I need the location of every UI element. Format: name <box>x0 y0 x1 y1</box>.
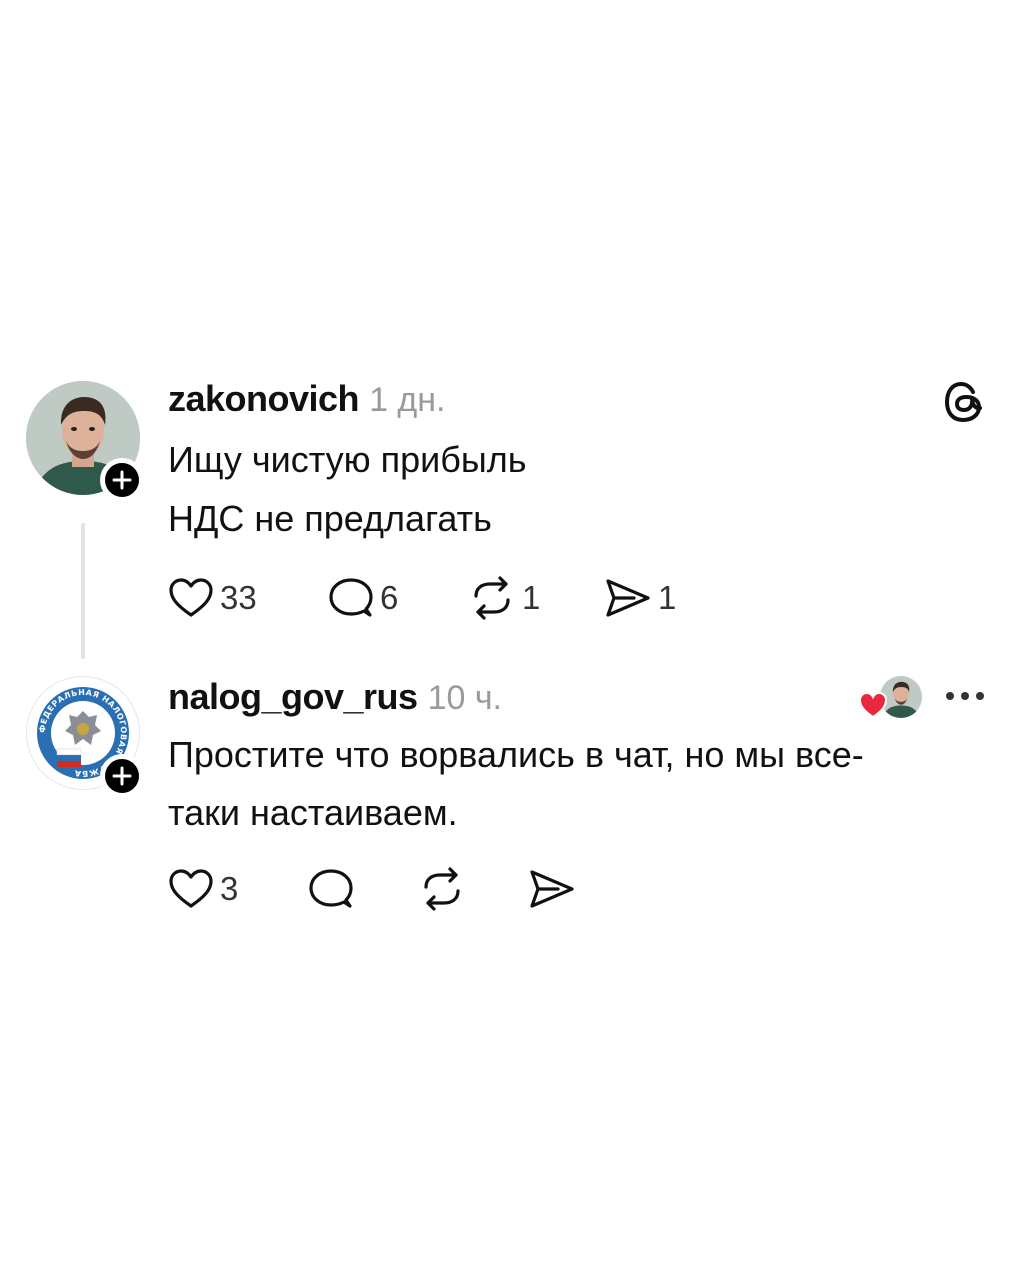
reply-button[interactable]: 6 <box>328 576 468 620</box>
follow-button-zakonovich[interactable] <box>100 458 144 502</box>
red-heart-icon <box>858 691 888 719</box>
action-bar: 3 <box>168 867 582 911</box>
post-line-2: таки настаиваем. <box>168 792 458 833</box>
heart-outline-icon <box>169 578 213 617</box>
liked-by-author-indicator[interactable] <box>858 676 922 722</box>
like-count: 33 <box>220 579 257 616</box>
speech-bubble-icon <box>309 869 353 908</box>
follow-button-nalog-gov-rus[interactable] <box>100 754 144 798</box>
speech-bubble-icon <box>329 578 373 617</box>
post-line-2: НДС не предлагать <box>168 498 492 539</box>
reply-button[interactable] <box>308 867 418 911</box>
post-header: zakonovich 1 дн. <box>168 378 445 420</box>
threads-logo-icon[interactable] <box>942 378 986 426</box>
post-line-1: Простите что ворвались в чат, но мы все- <box>168 734 864 775</box>
reply-count: 6 <box>380 579 399 616</box>
repost-arrows-icon <box>424 867 460 911</box>
plus-icon <box>112 470 132 490</box>
timestamp[interactable]: 1 дн. <box>369 381 445 420</box>
share-button[interactable] <box>528 868 582 910</box>
ellipsis-icon[interactable] <box>944 690 986 702</box>
heart-outline-icon <box>169 869 213 908</box>
repost-button[interactable]: 1 <box>468 576 604 620</box>
thread-connector-line <box>81 523 85 659</box>
like-count: 3 <box>220 870 239 907</box>
share-button[interactable]: 1 <box>604 577 676 619</box>
like-button[interactable]: 3 <box>168 868 308 910</box>
repost-arrows-icon <box>474 576 510 620</box>
plus-icon <box>112 766 132 786</box>
paper-plane-icon <box>530 870 574 908</box>
username[interactable]: nalog_gov_rus <box>168 676 418 718</box>
post-line-1: Ищу чистую прибыль <box>168 439 527 480</box>
repost-button[interactable] <box>418 867 528 911</box>
share-count: 1 <box>658 579 677 616</box>
repost-count: 1 <box>522 579 541 616</box>
action-bar: 33 6 1 1 <box>168 576 676 620</box>
post-header: nalog_gov_rus 10 ч. <box>168 676 502 718</box>
username[interactable]: zakonovich <box>168 378 360 420</box>
like-button[interactable]: 33 <box>168 577 328 619</box>
timestamp[interactable]: 10 ч. <box>428 679 502 718</box>
paper-plane-icon <box>606 579 650 617</box>
